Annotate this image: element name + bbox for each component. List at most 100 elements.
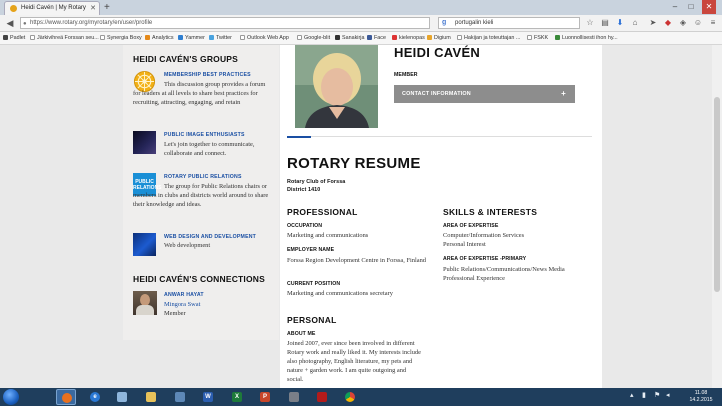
maximize-button[interactable]: □: [684, 0, 698, 14]
reading-list-icon[interactable]: ▤: [600, 18, 610, 28]
taskbar-folder[interactable]: [141, 389, 161, 405]
group-link-web-design[interactable]: WEB DESIGN AND DEVELOPMENT: [164, 234, 256, 240]
expertise-primary-value: Public Relations/Communications/News Med…: [443, 266, 565, 273]
group-link-membership[interactable]: MEMBERSHIP BEST PRACTICES: [164, 72, 251, 78]
close-tab-icon[interactable]: ✕: [90, 2, 96, 15]
addon-icon[interactable]: ◆: [663, 18, 673, 28]
contact-label: CONTACT INFORMATION: [402, 91, 471, 97]
word-icon: W: [203, 392, 213, 402]
occupation-value: Marketing and communications: [287, 232, 369, 239]
district-name: District 1410: [287, 187, 321, 193]
bookmark-item[interactable]: Hakijan ja toteuttajan ...: [457, 32, 520, 44]
address-bar[interactable]: ● https://www.rotary.org/myrotary/en/use…: [20, 17, 430, 29]
bookmark-item[interactable]: Twitter: [209, 32, 232, 44]
flag-icon[interactable]: ⚑: [654, 391, 660, 399]
employer-value: Forssa Region Development Centre in Fors…: [287, 257, 426, 264]
minimize-button[interactable]: –: [668, 0, 682, 14]
internet-explorer-icon: e: [90, 392, 100, 402]
extension-icon[interactable]: ◈: [678, 18, 688, 28]
profile-photo: [295, 45, 378, 128]
occupation-label: OCCUPATION: [287, 223, 323, 229]
taskbar-tool[interactable]: [284, 389, 304, 405]
bookmark-item[interactable]: Analytics: [145, 32, 174, 44]
tool-icon: [289, 392, 299, 402]
bookmark-item[interactable]: kielenopas: [392, 32, 425, 44]
web-design-thumbnail-icon: [133, 233, 156, 256]
bookmark-item[interactable]: Järkivihreä Forssan seu...: [30, 32, 99, 44]
bookmarks-bar: Padlet Järkivihreä Forssan seu... Synerg…: [0, 32, 722, 45]
share-icon[interactable]: ➤: [648, 18, 658, 28]
group-desc: Web development: [164, 242, 211, 249]
powerpoint-icon: P: [260, 392, 270, 402]
bookmark-item[interactable]: Face: [367, 32, 386, 44]
chat-icon[interactable]: ☺: [693, 18, 703, 28]
chrome-icon: [345, 392, 355, 402]
bookmark-star-icon[interactable]: ☆: [585, 18, 595, 28]
taskbar-powerpoint[interactable]: P: [255, 389, 275, 405]
bookmark-item[interactable]: FSKK: [527, 32, 548, 44]
acrobat-icon: [317, 392, 327, 402]
tab-title: Heidi Cavén | My Rotary: [21, 5, 86, 11]
download-icon[interactable]: ⬇: [615, 18, 625, 28]
group-link-public-relations[interactable]: ROTARY PUBLIC RELATIONS: [164, 174, 242, 180]
position-label: CURRENT POSITION: [287, 281, 341, 287]
group-link-public-image[interactable]: PUBLIC IMAGE ENTHUSIASTS: [164, 132, 245, 138]
taskbar-acrobat[interactable]: [312, 389, 332, 405]
browser-tab[interactable]: Heidi Cavén | My Rotary ✕: [4, 1, 100, 15]
taskbar-word[interactable]: W: [198, 389, 218, 405]
group-desc: This discussion group provides a forum f…: [133, 81, 266, 106]
search-box[interactable]: g portugalin kieli: [438, 17, 580, 29]
contact-information-button[interactable]: CONTACT INFORMATION +: [394, 85, 575, 103]
group-desc: Let's join together to communicate, coll…: [164, 141, 255, 157]
taskbar-app[interactable]: [112, 389, 132, 405]
taskbar-explorer[interactable]: e: [85, 389, 105, 405]
bookmark-item[interactable]: Digium: [427, 32, 451, 44]
bookmark-item[interactable]: Synergia Boxy: [100, 32, 142, 44]
page-scrollbar[interactable]: [712, 45, 722, 388]
about-label: ABOUT ME: [287, 331, 316, 337]
new-tab-button[interactable]: +: [104, 1, 110, 14]
personal-heading: PERSONAL: [287, 315, 337, 325]
skills-heading: SKILLS & INTERESTS: [443, 207, 538, 217]
taskbar-firefox[interactable]: [56, 389, 76, 405]
accent-divider: [287, 136, 311, 138]
clock-date: 14.2.2015: [689, 397, 713, 403]
app-icon: [175, 392, 185, 402]
taskbar-app[interactable]: [170, 389, 190, 405]
expertise-value: Personal Interest: [443, 241, 486, 248]
folder-icon: [146, 392, 156, 402]
bookmark-item[interactable]: Luonnollisesti ihon hy...: [555, 32, 618, 44]
windows-taskbar: e W X P ▴ ▮ ⚑ ◂ 11.08 14.2.2015: [0, 388, 722, 406]
home-icon[interactable]: ⌂: [630, 18, 640, 28]
connection-name-link[interactable]: ANWAR HAYAT: [164, 292, 204, 298]
taskbar-excel[interactable]: X: [227, 389, 247, 405]
back-icon[interactable]: ◀: [4, 17, 16, 29]
app-icon: [117, 392, 127, 402]
clock-time: 11.08: [694, 390, 708, 396]
bookmark-item[interactable]: Outlook Web App: [240, 32, 289, 44]
profile-name: HEIDI CAVÉN: [394, 45, 481, 60]
bookmark-item[interactable]: Yammer: [178, 32, 205, 44]
tray-expand-icon[interactable]: ▴: [630, 391, 634, 399]
menu-icon[interactable]: ≡: [708, 18, 718, 28]
expertise-primary-value: Professional Experience: [443, 275, 505, 282]
connection-club-link[interactable]: Mingora Swat: [164, 300, 200, 309]
volume-icon[interactable]: ◂: [666, 391, 670, 399]
navigation-bar: ◀ ● https://www.rotary.org/myrotary/en/u…: [0, 15, 722, 32]
about-text: Joined 2007, ever since been involved in…: [287, 340, 421, 383]
bookmark-item[interactable]: Padlet: [3, 32, 25, 44]
connection-avatar[interactable]: [133, 291, 157, 315]
profile-role: MEMBER: [394, 72, 418, 78]
system-clock[interactable]: 11.08 14.2.2015: [686, 390, 716, 404]
scrollbar-thumb[interactable]: [714, 97, 720, 292]
employer-label: EMPLOYER NAME: [287, 247, 335, 253]
start-button[interactable]: [3, 389, 19, 405]
position-value: Marketing and communications secretary: [287, 290, 393, 297]
bookmark-item[interactable]: Google-blit: [297, 32, 330, 44]
bookmark-item[interactable]: Sanakirja: [335, 32, 364, 44]
firefox-icon: [62, 393, 72, 403]
google-search-icon: g: [442, 19, 447, 26]
taskbar-chrome[interactable]: [340, 389, 360, 405]
network-icon[interactable]: ▮: [642, 391, 646, 399]
close-window-button[interactable]: ✕: [702, 0, 716, 14]
